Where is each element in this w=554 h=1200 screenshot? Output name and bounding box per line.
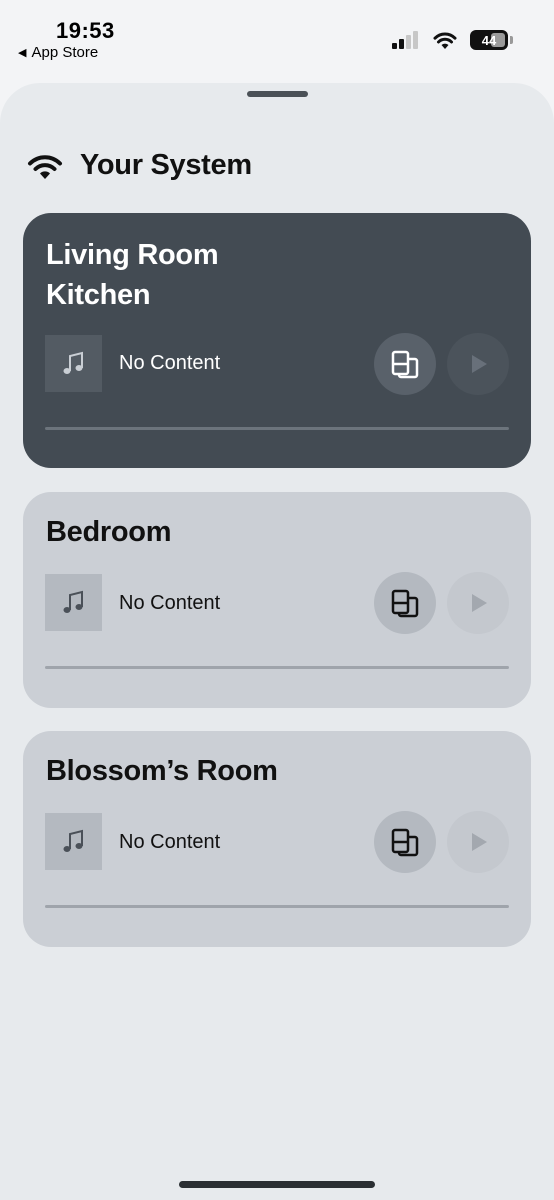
wifi-icon <box>28 154 62 179</box>
progress-bar <box>45 905 509 908</box>
play-button[interactable] <box>447 811 509 873</box>
room-card-bedroom[interactable]: Bedroom No Content <box>23 492 531 708</box>
system-sheet: Your System Living Room Kitchen No Conte… <box>0 83 554 1200</box>
room-name: Living Room <box>46 239 219 271</box>
play-button[interactable] <box>447 333 509 395</box>
now-playing-label: No Content <box>119 352 221 374</box>
play-icon <box>472 833 487 851</box>
status-icons: 44 <box>392 30 513 50</box>
status-time: 19:53 <box>56 18 115 43</box>
home-indicator[interactable] <box>179 1181 375 1188</box>
status-bar: 19:53 ◀ App Store 44 <box>0 0 554 70</box>
page-title: Your System <box>80 149 252 181</box>
room-name: Bedroom <box>46 516 172 548</box>
back-to-app-store[interactable]: ◀ App Store <box>18 44 98 61</box>
battery-indicator: 44 <box>470 30 513 50</box>
progress-bar <box>45 427 509 430</box>
album-art-placeholder <box>45 574 102 631</box>
room-card-living-room-kitchen[interactable]: Living Room Kitchen No Content <box>23 213 531 468</box>
speaker-group-icon <box>391 828 419 857</box>
album-art-placeholder <box>45 335 102 392</box>
progress-bar <box>45 666 509 669</box>
play-icon <box>472 594 487 612</box>
back-triangle-icon: ◀ <box>18 47 27 59</box>
system-header: Your System <box>26 149 252 182</box>
group-speakers-button[interactable] <box>374 572 436 634</box>
music-note-icon <box>63 829 83 852</box>
speaker-group-icon <box>391 350 419 379</box>
room-name: Blossom’s Room <box>46 755 278 787</box>
now-playing-label: No Content <box>119 592 221 614</box>
back-app-label: App Store <box>31 44 99 61</box>
now-playing-label: No Content <box>119 831 221 853</box>
album-art-placeholder <box>45 813 102 870</box>
play-button[interactable] <box>447 572 509 634</box>
wifi-status-icon <box>433 32 457 49</box>
group-speakers-button[interactable] <box>374 333 436 395</box>
room-card-blossoms-room[interactable]: Blossom’s Room No Content <box>23 731 531 947</box>
music-note-icon <box>63 351 83 374</box>
play-icon <box>472 355 487 373</box>
speaker-group-icon <box>391 589 419 618</box>
battery-level: 44 <box>481 32 497 48</box>
sheet-grabber[interactable] <box>247 91 308 97</box>
group-speakers-button[interactable] <box>374 811 436 873</box>
cellular-signal-icon <box>392 31 418 49</box>
music-note-icon <box>63 590 83 613</box>
room-name: Kitchen <box>46 279 151 311</box>
